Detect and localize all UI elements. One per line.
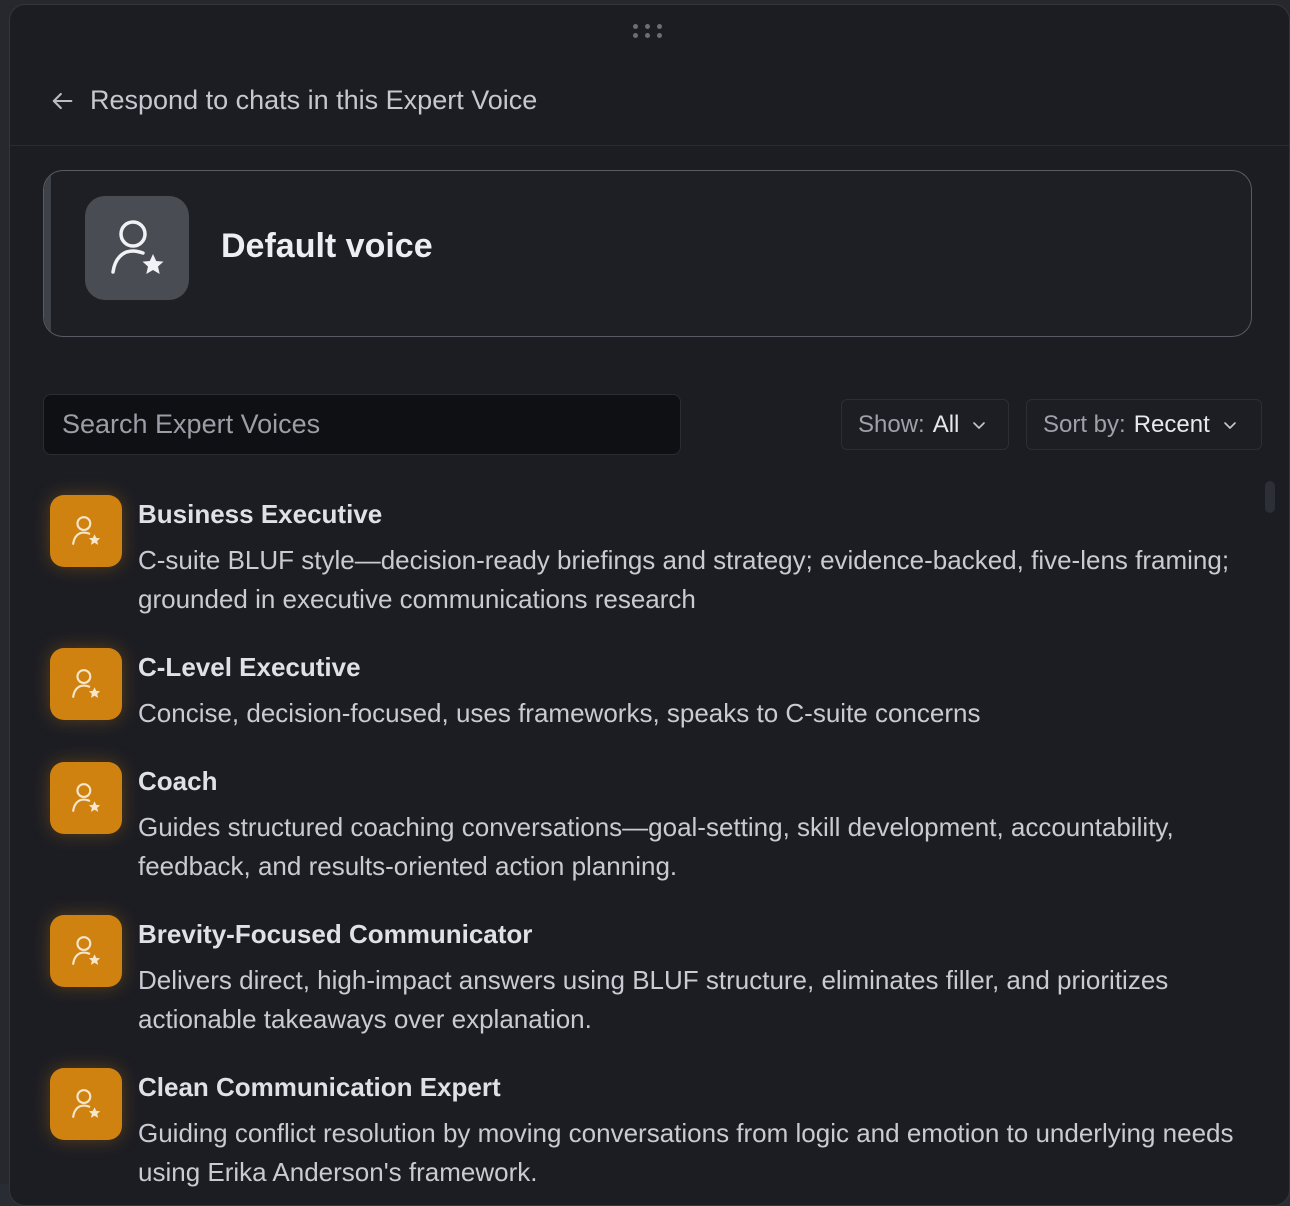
voice-title: Brevity-Focused Communicator (138, 919, 533, 949)
voice-title: Business Executive (138, 499, 383, 529)
arrow-left-icon (52, 92, 73, 109)
page-title: Respond to chats in this Expert Voice (90, 85, 538, 115)
voice-description: Guiding conflict resolution by moving co… (138, 1118, 1234, 1187)
user-star-icon (50, 495, 122, 567)
search-field[interactable] (43, 394, 681, 455)
back-button[interactable]: Respond to chats in this Expert Voice (48, 85, 537, 116)
voice-title: Clean Communication Expert (138, 1072, 501, 1102)
voice-description: Concise, decision-focused, uses framewor… (138, 698, 981, 728)
search-input[interactable] (44, 395, 680, 454)
voice-description: Delivers direct, high-impact answers usi… (138, 965, 1169, 1034)
voice-title: Coach (138, 766, 218, 796)
user-star-icon (50, 915, 122, 987)
default-voice-card[interactable]: Default voice (43, 170, 1252, 337)
user-star-icon (85, 196, 189, 300)
user-star-icon (50, 762, 122, 834)
chevron-down-icon (973, 421, 986, 429)
expert-voice-panel: Respond to chats in this Expert Voice De… (9, 4, 1290, 1206)
selected-accent-bar (44, 171, 51, 336)
drag-handle-icon[interactable] (632, 21, 664, 41)
sort-dropdown[interactable]: Sort by: Recent (1026, 399, 1262, 450)
show-filter-label: Show: (858, 410, 925, 438)
user-star-icon (50, 1068, 122, 1140)
user-star-icon (50, 648, 122, 720)
voice-description: C-suite BLUF style—decision-ready briefi… (138, 545, 1230, 614)
show-filter-dropdown[interactable]: Show: All (841, 399, 1009, 450)
voice-description: Guides structured coaching conversations… (138, 812, 1174, 881)
sort-value: Recent (1133, 410, 1210, 438)
show-filter-value: All (932, 410, 960, 438)
scrollbar-thumb[interactable] (1265, 481, 1275, 513)
chevron-down-icon (1223, 421, 1236, 429)
voice-title: C-Level Executive (138, 652, 361, 682)
default-voice-title: Default voice (221, 227, 433, 265)
sort-label: Sort by: (1043, 410, 1126, 438)
panel-header: Respond to chats in this Expert Voice (10, 69, 1289, 146)
